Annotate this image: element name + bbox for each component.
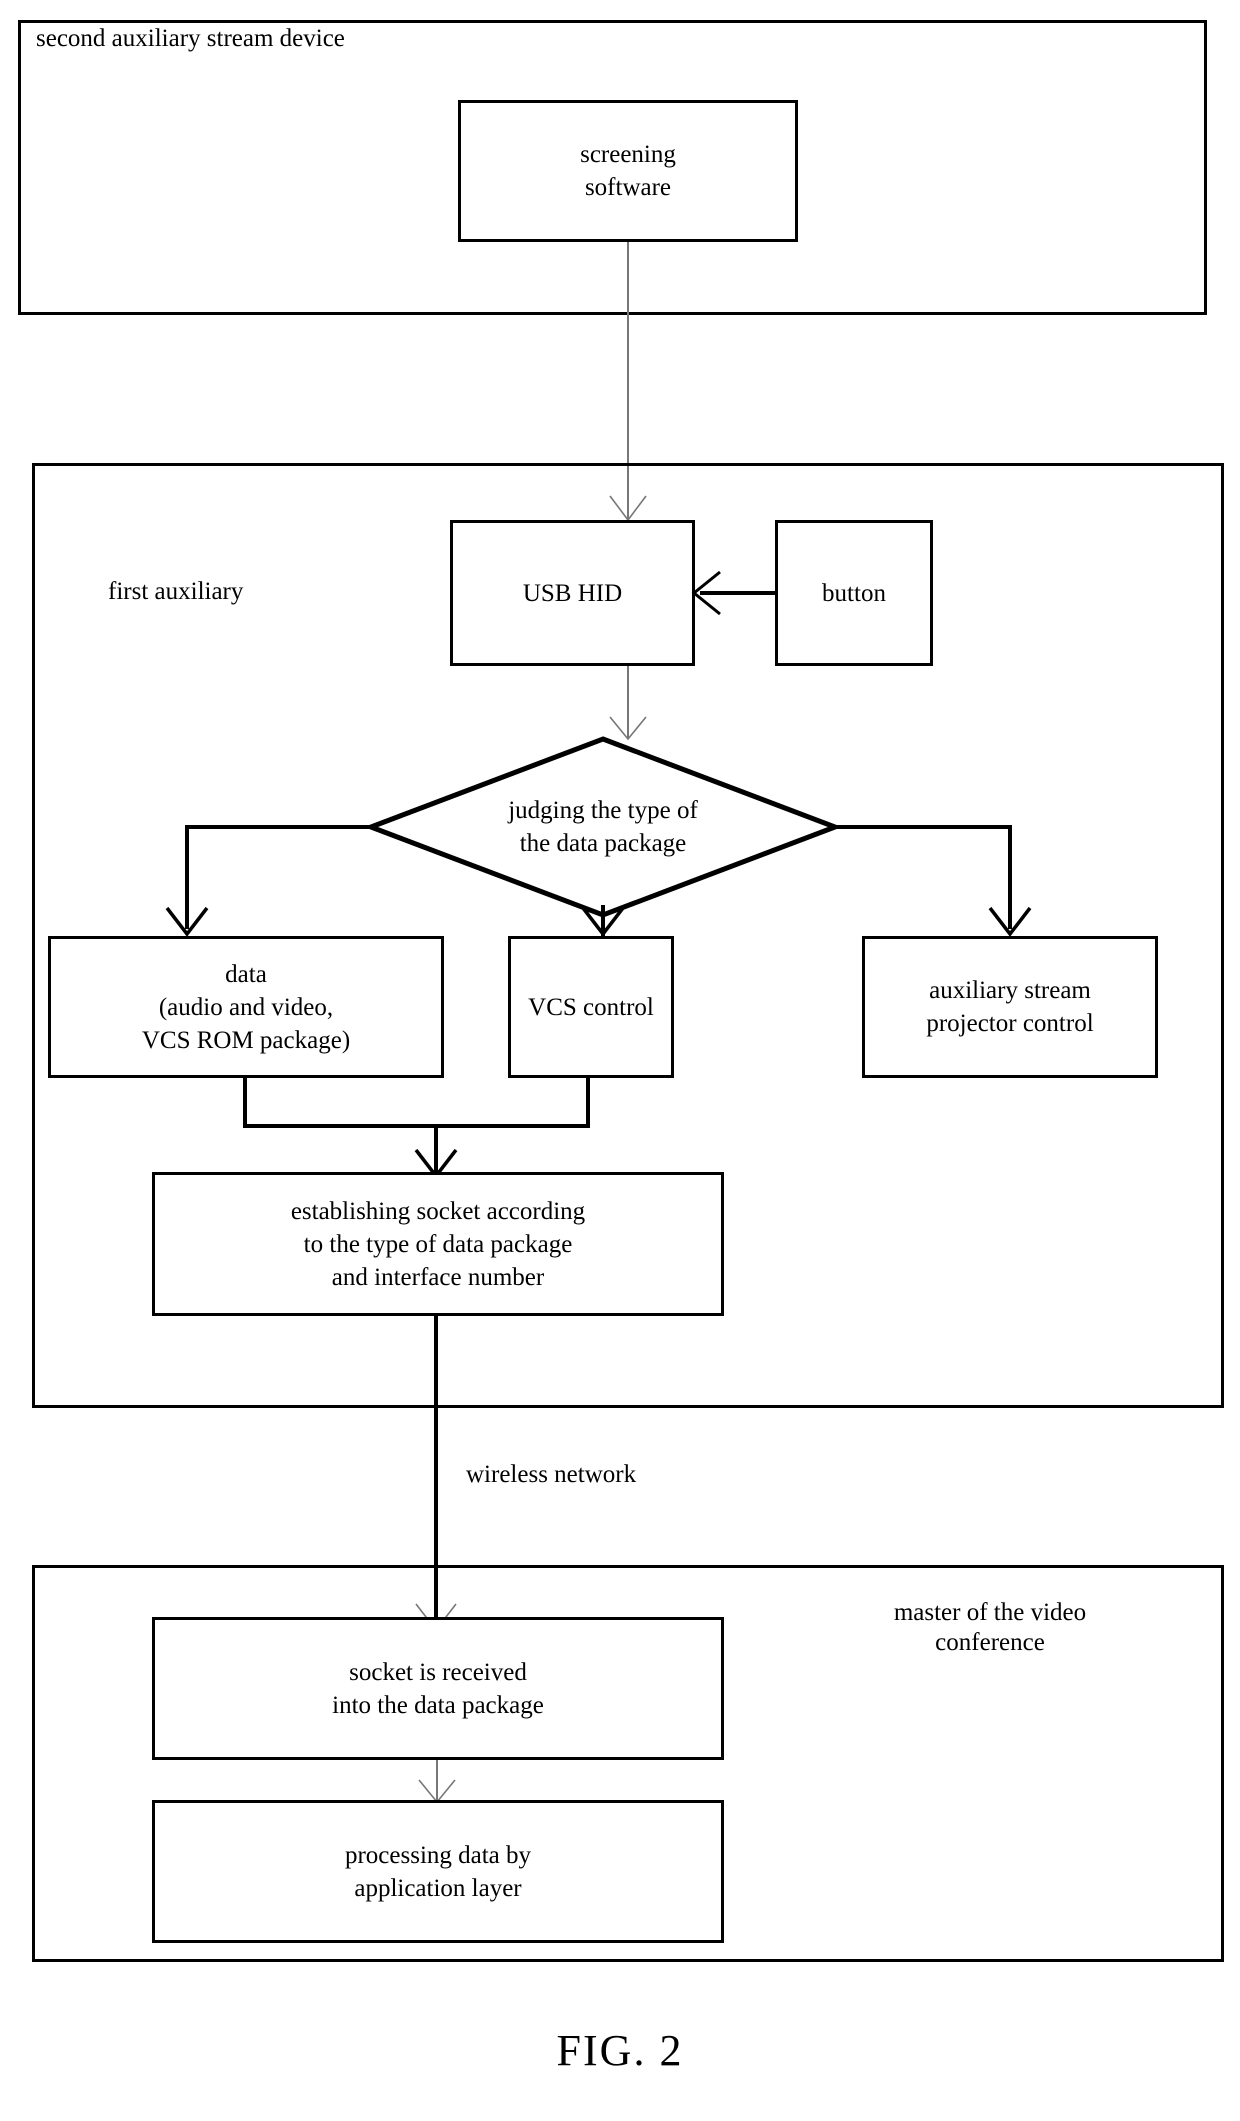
arrowhead-button-to-usbhid [691,570,721,616]
node-data-package[interactable]: data (audio and video, VCS ROM package) [48,936,444,1078]
connector-judging-left-horizontal [185,825,375,829]
node-button[interactable]: button [775,520,933,666]
node-usb-hid[interactable]: USB HID [450,520,695,666]
node-vcs-control[interactable]: VCS control [508,936,674,1078]
arrowhead-judging-to-vcs [581,906,625,937]
group-master-of-video-conference-label: master of the video conference [893,1599,1087,1656]
node-establishing-socket[interactable]: establishing socket according to the typ… [152,1172,724,1316]
connector-merge-horizontal [243,1124,590,1128]
node-socket-received[interactable]: socket is received into the data package [152,1617,724,1760]
arrowhead-judging-to-data [165,906,209,937]
diamond-shape [363,736,843,918]
connector-vcs-down [586,1078,590,1128]
node-processing-data[interactable]: processing data by application layer [152,1800,724,1943]
node-screening-software[interactable]: screening software [458,100,798,242]
group-second-auxiliary-stream-device-label: second auxiliary stream device [36,25,345,52]
node-auxiliary-stream-projector-control[interactable]: auxiliary stream projector control [862,936,1158,1078]
arrowhead-judging-to-projector [988,906,1032,937]
connector-data-down [243,1078,247,1128]
group-first-auxiliary-label: first auxiliary [108,578,244,605]
figure-canvas: second auxiliary stream device screening… [0,0,1240,2121]
edge-label-wireless-network: wireless network [466,1461,637,1488]
node-judging-type[interactable]: judging the type of the data package [363,736,843,918]
connector-judging-right-horizontal [832,825,1012,829]
figure-caption: FIG. 2 [556,2026,684,2075]
